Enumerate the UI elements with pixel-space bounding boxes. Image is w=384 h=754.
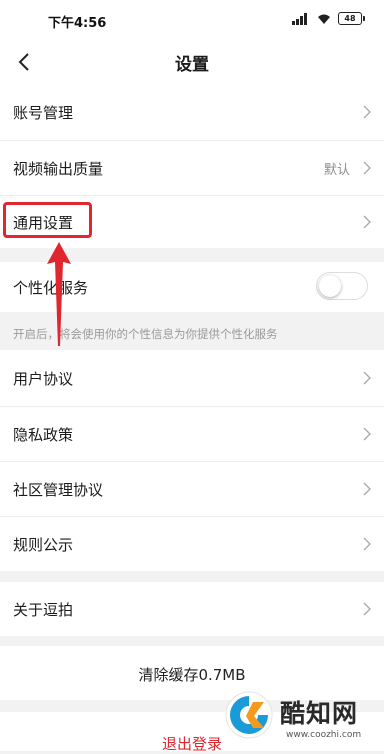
chevron-right-icon: [363, 537, 371, 551]
chevron-right-icon: [363, 602, 371, 616]
chevron-right-icon: [363, 161, 371, 175]
settings-item-rules[interactable]: 规则公示: [0, 517, 384, 571]
signal-icon: [292, 12, 310, 25]
chevron-right-icon: [363, 105, 371, 119]
settings-item-privacy[interactable]: 隐私政策: [0, 407, 384, 461]
clear-cache-label: 清除缓存0.7MB: [138, 666, 246, 684]
video-quality-value: 默认: [323, 162, 350, 178]
settings-item-account[interactable]: 账号管理: [0, 84, 384, 140]
coozhi-logo-icon: [225, 691, 273, 739]
settings-item-label: 用户协议: [13, 369, 74, 388]
status-bar: 下午4:56 48: [0, 0, 384, 40]
highlight-box: [3, 202, 92, 238]
settings-item-label: 规则公示: [13, 535, 74, 554]
page-title: 设置: [175, 55, 209, 75]
nav-bar: 设置: [0, 40, 384, 84]
battery-icon: 48: [338, 12, 365, 25]
watermark-name: 酷知网: [280, 699, 359, 728]
settings-item-user-agreement[interactable]: 用户协议: [0, 350, 384, 406]
wifi-icon: [318, 14, 330, 24]
settings-item-label: 关于逗拍: [13, 600, 74, 619]
watermark: 酷知网 www.coozhi.com: [224, 690, 384, 748]
chevron-right-icon: [363, 371, 371, 385]
arrow-up-icon: [47, 242, 71, 346]
settings-item-label: 社区管理协议: [13, 480, 104, 499]
settings-item-label: 隐私政策: [13, 425, 74, 444]
settings-item-label: 账号管理: [13, 103, 74, 122]
personalized-toggle[interactable]: [316, 272, 368, 300]
chevron-right-icon: [363, 215, 371, 229]
chevron-right-icon: [363, 482, 371, 496]
settings-item-community[interactable]: 社区管理协议: [0, 462, 384, 516]
status-icons: 48: [292, 12, 365, 25]
chevron-right-icon: [363, 427, 371, 441]
toggle-knob: [319, 275, 341, 297]
watermark-url: www.coozhi.com: [286, 730, 362, 740]
status-time: 下午4:56: [48, 16, 107, 31]
settings-item-video-quality[interactable]: 视频输出质量 默认: [0, 141, 384, 195]
settings-item-label: 视频输出质量: [13, 159, 104, 178]
settings-item-about[interactable]: 关于逗拍: [0, 582, 384, 636]
